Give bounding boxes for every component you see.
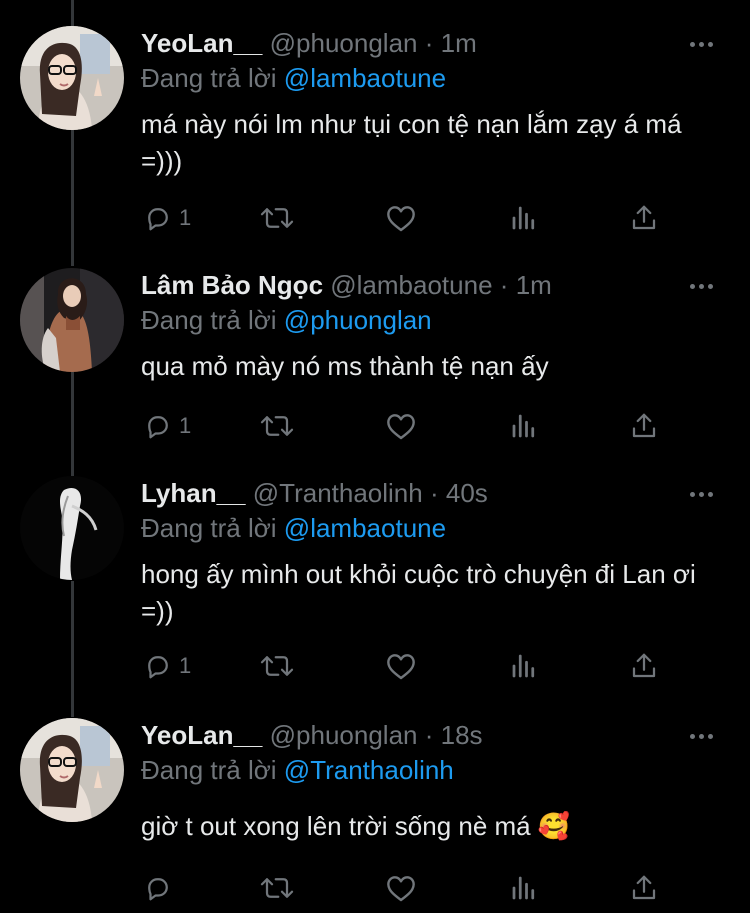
timestamp[interactable]: 1m [441,28,477,58]
views-button[interactable] [509,198,539,238]
like-button[interactable] [385,646,417,686]
tweet-text: giờ t out xong lên trời sống nè má 🥰 [141,811,571,841]
mention-link[interactable]: @phuonglan [284,305,432,335]
tweet[interactable]: Lâm Bảo Ngọc @lambaotune · 1m Đang trả l… [0,268,750,458]
share-button[interactable] [629,646,659,686]
tweet-text: má này nói lm như tụi con tệ nạn lắm zạy… [141,109,682,176]
retweet-button[interactable] [259,198,295,238]
reply-button[interactable]: 1 [143,406,191,446]
tweet[interactable]: YeoLan__ @phuonglan · 18s Đang trả lời @… [0,718,750,913]
display-name[interactable]: Lâm Bảo Ngọc [141,270,323,300]
replying-to: Đang trả lời @lambaotune [141,61,446,95]
like-button[interactable] [385,406,417,446]
action-bar: 1 [141,646,681,686]
tweet-header: YeoLan__ @phuonglan · 1m [141,26,660,60]
views-icon [509,873,539,903]
share-button[interactable] [629,198,659,238]
retweet-icon [259,203,295,233]
avatar[interactable] [20,268,124,372]
reply-button[interactable] [143,868,179,908]
like-icon [385,873,417,903]
thread-line [71,0,74,26]
tweet-header: YeoLan__ @phuonglan · 18s [141,718,660,752]
username[interactable]: @Tranthaolinh [253,478,423,508]
more-icon[interactable] [690,732,728,740]
mention-link[interactable]: @lambaotune [284,513,446,543]
reply-count: 1 [179,205,192,230]
replying-to-label: Đang trả lời [141,305,277,335]
tweet-header: Lâm Bảo Ngọc @lambaotune · 1m [141,268,660,302]
display-name[interactable]: YeoLan__ [141,28,262,58]
share-button[interactable] [629,406,659,446]
share-button[interactable] [629,868,659,908]
tweet-text: qua mỏ mày nó ms thành tệ nạn ấy [141,351,549,381]
reply-count: 1 [179,653,192,678]
replying-to: Đang trả lời @Tranthaolinh [141,753,454,787]
action-bar [141,868,681,908]
action-bar: 1 [141,198,681,238]
reply-icon [143,411,173,441]
display-name[interactable]: YeoLan__ [141,720,262,750]
like-icon [385,411,417,441]
reply-button[interactable]: 1 [143,198,191,238]
reply-button[interactable]: 1 [143,646,191,686]
reply-icon [143,651,173,681]
views-button[interactable] [509,406,539,446]
share-icon [629,873,659,903]
like-button[interactable] [385,198,417,238]
mention-link[interactable]: @lambaotune [284,63,446,93]
username[interactable]: @phuonglan [270,28,418,58]
action-bar: 1 [141,406,681,446]
timestamp[interactable]: 18s [441,720,483,750]
retweet-icon [259,651,295,681]
more-icon[interactable] [690,490,728,498]
retweet-button[interactable] [259,406,295,446]
tweet-text: hong ấy mình out khỏi cuộc trò chuyện đi… [141,559,696,626]
views-button[interactable] [509,646,539,686]
replying-to-label: Đang trả lời [141,755,277,785]
retweet-icon [259,873,295,903]
timestamp[interactable]: 40s [446,478,488,508]
retweet-button[interactable] [259,868,295,908]
share-icon [629,411,659,441]
separator: · [499,270,509,300]
mention-link[interactable]: @Tranthaolinh [284,755,454,785]
display-name[interactable]: Lyhan__ [141,478,246,508]
share-icon [629,203,659,233]
like-icon [385,651,417,681]
views-button[interactable] [509,868,539,908]
like-icon [385,203,417,233]
tweet-header: Lyhan__ @Tranthaolinh · 40s [141,476,660,510]
avatar[interactable] [20,476,124,580]
views-icon [509,651,539,681]
reply-count: 1 [179,413,192,438]
share-icon [629,651,659,681]
more-icon[interactable] [690,282,728,290]
more-icon[interactable] [690,40,728,48]
separator: · [424,720,434,750]
retweet-icon [259,411,295,441]
username[interactable]: @phuonglan [270,720,418,750]
timestamp[interactable]: 1m [516,270,552,300]
replying-to-label: Đang trả lời [141,63,277,93]
views-icon [509,411,539,441]
tweet[interactable]: YeoLan__ @phuonglan · 1m Đang trả lời @l… [0,26,750,246]
separator: · [429,478,439,508]
separator: · [424,28,434,58]
tweet[interactable]: Lyhan__ @Tranthaolinh · 40s Đang trả lời… [0,476,750,696]
avatar[interactable] [20,718,124,822]
replying-to-label: Đang trả lời [141,513,277,543]
retweet-button[interactable] [259,646,295,686]
reply-icon [143,873,173,903]
username[interactable]: @lambaotune [330,270,492,300]
reply-icon [143,203,173,233]
replying-to: Đang trả lời @phuonglan [141,303,432,337]
views-icon [509,203,539,233]
replying-to: Đang trả lời @lambaotune [141,511,446,545]
avatar[interactable] [20,26,124,130]
like-button[interactable] [385,868,417,908]
